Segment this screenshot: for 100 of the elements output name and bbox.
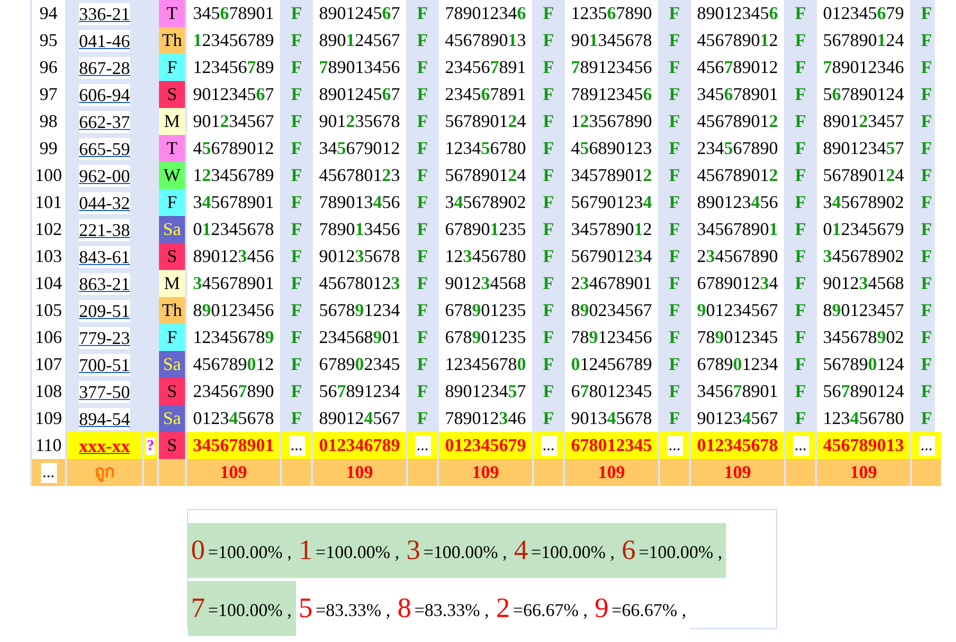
code-link[interactable]: 700-51 [79, 354, 130, 376]
row-number: 108 [32, 378, 65, 405]
code-link[interactable]: 044-32 [79, 192, 130, 214]
code-link[interactable]: 665-59 [79, 138, 130, 160]
code-link[interactable]: 209-51 [79, 300, 130, 322]
row-number: 104 [32, 270, 65, 297]
code-link[interactable]: 779-23 [79, 326, 130, 348]
digit-stat: 5=83.33% , [296, 581, 394, 636]
number-cell: 345678901 [187, 189, 280, 216]
number-cell: 456890123 [565, 135, 658, 162]
result-mark: F [417, 407, 428, 430]
code-link[interactable]: 377-50 [79, 380, 130, 402]
result-mark: F [669, 407, 680, 430]
number-cell: 890124567 [313, 0, 406, 27]
number-cell: 567891234 [313, 297, 406, 324]
number-cell: 789123456 [565, 324, 658, 351]
code-link[interactable]: 041-46 [79, 30, 130, 52]
number-cell: 678901235 [439, 297, 532, 324]
row-number: 94 [32, 0, 65, 27]
result-mark: ... [414, 436, 430, 456]
number-cell: 456789013 [817, 432, 910, 459]
result-mark: F [291, 83, 302, 106]
code-link[interactable]: 336-21 [79, 2, 130, 24]
result-mark: F [795, 407, 806, 430]
day-tag: W [159, 162, 185, 189]
number-cell: 678901235 [439, 216, 532, 243]
number-cell: 234567890 [691, 135, 784, 162]
result-mark: F [669, 272, 680, 295]
number-cell: 567890124 [817, 162, 910, 189]
footer-cell [408, 459, 437, 486]
row-number: 97 [32, 81, 65, 108]
result-mark: F [291, 29, 302, 52]
number-cell: 123456789 [187, 162, 280, 189]
code-link[interactable]: 606-94 [79, 84, 130, 106]
number-cell: 234567891 [439, 81, 532, 108]
footer-cell [534, 459, 563, 486]
more-button[interactable]: ... [40, 462, 56, 482]
number-cell: 456780123 [313, 162, 406, 189]
code-link[interactable]: 863-21 [79, 272, 130, 294]
row-number: 100 [32, 162, 65, 189]
number-cell: 890123456 [187, 297, 280, 324]
number-cell: 678012345 [565, 378, 658, 405]
result-mark: F [417, 218, 428, 241]
result-mark: F [417, 272, 428, 295]
number-cell: 012345678 [187, 216, 280, 243]
code-link[interactable]: 867-28 [79, 56, 130, 78]
number-cell: 012345679 [817, 0, 910, 27]
result-mark: F [921, 353, 932, 376]
result-mark: F [417, 2, 428, 25]
digit-stat: 6=100.00% , [618, 523, 726, 578]
number-cell: 890124567 [313, 405, 406, 432]
number-cell: 456780123 [313, 270, 406, 297]
code-link[interactable]: 894-54 [79, 408, 130, 430]
row-number: 107 [32, 351, 65, 378]
code-link[interactable]: 221-38 [79, 218, 130, 240]
footer-cell [660, 459, 689, 486]
result-mark: F [669, 218, 680, 241]
result-mark: F [543, 191, 554, 214]
number-cell: 890124567 [313, 27, 406, 54]
result-mark: F [291, 245, 302, 268]
number-cell: 567901234 [565, 189, 658, 216]
day-tag: S [159, 81, 185, 108]
result-mark: F [795, 353, 806, 376]
result-mark: F [795, 380, 806, 403]
day-tag: T [159, 135, 185, 162]
code-link[interactable]: 962-00 [79, 164, 130, 186]
row-number: 109 [32, 405, 65, 432]
number-cell: 012345678 [691, 432, 784, 459]
result-mark: F [417, 353, 428, 376]
result-mark: F [417, 245, 428, 268]
result-mark: F [417, 326, 428, 349]
result-mark: F [291, 407, 302, 430]
result-mark: F [669, 83, 680, 106]
number-cell: 678901235 [439, 324, 532, 351]
result-mark: F [669, 380, 680, 403]
result-mark: F [669, 299, 680, 322]
code-link[interactable]: 662-37 [79, 110, 130, 132]
result-mark: F [921, 137, 932, 160]
result-mark: F [921, 299, 932, 322]
result-mark: F [669, 56, 680, 79]
number-cell: 901234567 [691, 297, 784, 324]
number-cell: 789013456 [313, 189, 406, 216]
result-mark: F [543, 218, 554, 241]
row-number: 98 [32, 108, 65, 135]
day-tag: S [159, 378, 185, 405]
result-mark: F [921, 164, 932, 187]
number-cell: 901345678 [565, 27, 658, 54]
number-cell: 901234567 [187, 108, 280, 135]
number-cell: 345678901 [691, 81, 784, 108]
number-cell: 901345678 [565, 405, 658, 432]
result-mark: F [921, 407, 932, 430]
day-tag: M [159, 108, 185, 135]
footer-cell [282, 459, 311, 486]
number-cell: 123456789 [187, 54, 280, 81]
day-tag: F [159, 54, 185, 81]
row-number: 103 [32, 243, 65, 270]
code-link[interactable]: 843-61 [79, 246, 130, 268]
result-mark: ... [540, 436, 556, 456]
result-mark: F [921, 29, 932, 52]
result-mark: F [921, 272, 932, 295]
